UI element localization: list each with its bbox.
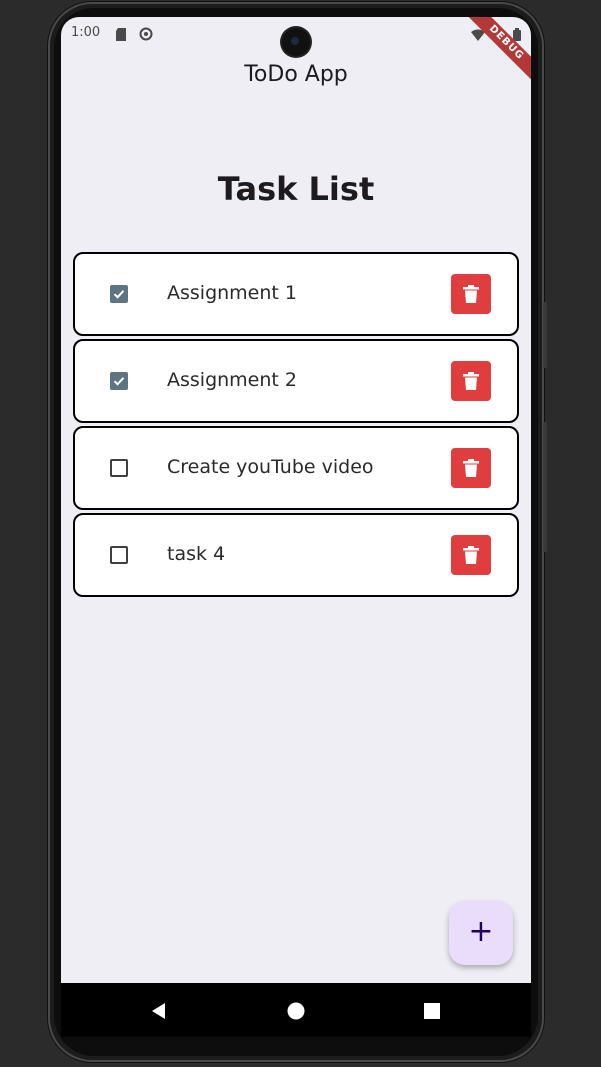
back-triangle-icon[interactable] [149,1001,169,1021]
task-card: Create youTube video [73,426,519,510]
add-task-button[interactable]: + [449,901,513,965]
task-list: Assignment 1 Assignment 2 Create youTube… [73,252,519,600]
status-time: 1:00 [71,25,101,40]
task-label: task 4 [167,543,226,565]
task-label: Assignment 1 [167,282,297,304]
trash-icon [463,546,479,564]
task-checkbox[interactable] [110,459,128,477]
checkmark-icon [113,377,125,386]
trash-icon [463,372,479,390]
trash-icon [463,285,479,303]
recents-square-icon[interactable] [422,1001,442,1021]
task-card: task 4 [73,513,519,597]
task-checkbox[interactable] [110,372,128,390]
checkmark-icon [113,290,125,299]
at-sign-icon [139,26,153,41]
task-label: Create youTube video [167,456,374,478]
delete-task-button[interactable] [451,448,491,488]
trash-icon [463,459,479,477]
app-bar-title: ToDo App [244,62,348,87]
task-label: Assignment 2 [167,369,297,391]
task-card: Assignment 2 [73,339,519,423]
front-camera [282,28,310,56]
app-screen: 1:00 DEBUG ToDo App Task List Assignment… [61,17,531,1037]
delete-task-button[interactable] [451,361,491,401]
power-button [543,422,547,552]
task-checkbox[interactable] [110,546,128,564]
delete-task-button[interactable] [451,535,491,575]
task-card: Assignment 1 [73,252,519,336]
battery-icon [513,26,525,41]
delete-task-button[interactable] [451,274,491,314]
page-title: Task List [217,170,375,208]
home-circle-icon[interactable] [286,1001,306,1021]
task-checkbox[interactable] [110,285,128,303]
sd-card-icon [115,26,127,41]
system-nav-bar [61,983,531,1037]
volume-button [543,302,547,368]
